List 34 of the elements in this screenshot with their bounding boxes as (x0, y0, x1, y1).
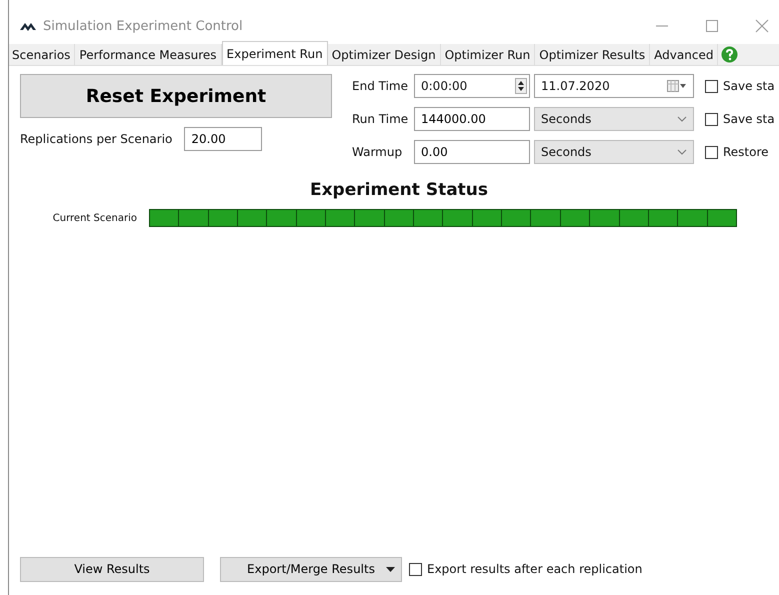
checkbox[interactable] (409, 562, 422, 576)
dropdown-arrow-icon[interactable] (386, 566, 395, 572)
checkbox-label: Export results after each replication (427, 562, 642, 576)
unit-dropdown[interactable]: Seconds (534, 140, 694, 164)
checkbox[interactable] (705, 146, 718, 158)
checkbox-label: Restore (723, 145, 769, 159)
spinner-icon[interactable] (515, 78, 527, 94)
help-icon[interactable] (721, 46, 738, 63)
date-picker[interactable]: 11.07.2020 (534, 74, 694, 98)
calendar-icon (667, 80, 687, 92)
export-merge-results-button[interactable]: Export/Merge Results (220, 556, 402, 582)
checkbox[interactable] (705, 112, 718, 126)
chevron-down-icon (677, 149, 687, 155)
view-results-button[interactable]: View Results (20, 556, 204, 582)
value-field[interactable]: 144000.00 (414, 107, 530, 131)
time-spin-field[interactable]: 0:00:00 (414, 74, 530, 98)
checkbox-label: Save sta (723, 79, 775, 93)
status-heading: Experiment Status (308, 180, 488, 200)
scenario-label: Current Scenario (52, 212, 138, 224)
checkbox[interactable] (705, 80, 718, 92)
field-label: End Time (352, 79, 409, 93)
chevron-down-icon (677, 116, 687, 122)
replications-label: Replications per Scenario (20, 132, 172, 146)
replications-field[interactable]: 20.00 (184, 127, 262, 151)
reset-experiment-button[interactable]: Reset Experiment (20, 74, 332, 118)
window-title: Simulation Experiment Control (43, 18, 243, 34)
field-label: Run Time (352, 112, 410, 126)
value-field[interactable]: 0.00 (414, 140, 530, 164)
unit-dropdown[interactable]: Seconds (534, 107, 694, 131)
checkbox-label: Save sta (723, 112, 775, 126)
tab[interactable]: Experiment Run (222, 41, 328, 65)
field-label: Warmup (352, 145, 404, 159)
close-icon[interactable] (755, 19, 769, 33)
maximize-icon[interactable] (705, 19, 719, 33)
